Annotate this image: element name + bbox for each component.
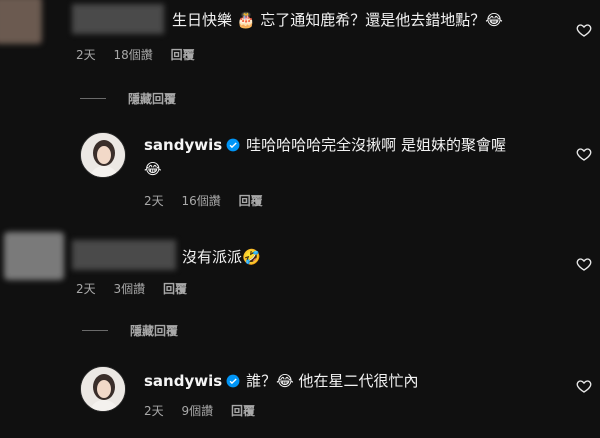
verified-badge-icon bbox=[226, 138, 240, 152]
reply-meta: 2天 9個讚 回覆 bbox=[144, 402, 269, 419]
reply-text-line1: sandywis 哇哈哈哈哈完全沒揪啊 是姐妹的聚會喔 bbox=[144, 134, 506, 156]
comment-time: 2天 bbox=[76, 282, 96, 296]
reply-time: 2天 bbox=[144, 404, 164, 418]
avatar[interactable] bbox=[80, 366, 126, 412]
heart-outline-icon[interactable] bbox=[576, 256, 592, 272]
blurred-avatar bbox=[4, 232, 64, 280]
hide-replies-button[interactable]: 隱藏回覆 bbox=[80, 90, 176, 107]
heart-outline-icon[interactable] bbox=[576, 22, 592, 38]
reply-likes[interactable]: 16個讚 bbox=[181, 194, 220, 208]
comment-likes[interactable]: 3個讚 bbox=[113, 282, 145, 296]
avatar[interactable] bbox=[80, 132, 126, 178]
reply-text: 哇哈哈哈哈完全沒揪啊 是姐妹的聚會喔 bbox=[246, 136, 506, 154]
verified-badge-icon bbox=[226, 374, 240, 388]
reply-meta: 2天 16個讚 回覆 bbox=[144, 192, 277, 209]
reply-button[interactable]: 回覆 bbox=[231, 404, 255, 418]
avatar-portrait bbox=[81, 367, 125, 411]
blurred-avatar bbox=[0, 0, 42, 44]
reply-time: 2天 bbox=[144, 194, 164, 208]
comment-text: 生日快樂 🎂 忘了通知鹿希？還是他去錯地點？😂 bbox=[172, 11, 503, 29]
heart-outline-icon[interactable] bbox=[576, 378, 592, 394]
reply-button[interactable]: 回覆 bbox=[239, 194, 263, 208]
comment-text: 沒有派派🤣 bbox=[182, 248, 261, 266]
hide-replies-label[interactable]: 隱藏回覆 bbox=[128, 90, 176, 107]
reply-text: 誰？😂 他在星二代很忙內 bbox=[246, 372, 419, 390]
blurred-username bbox=[72, 240, 176, 270]
reply-button[interactable]: 回覆 bbox=[163, 282, 187, 296]
comment-meta: 2天 18個讚 回覆 bbox=[76, 46, 209, 63]
reply-text-line1: sandywis 誰？😂 他在星二代很忙內 bbox=[144, 370, 418, 392]
heart-outline-icon[interactable] bbox=[576, 146, 592, 162]
reply-likes[interactable]: 9個讚 bbox=[181, 404, 213, 418]
blurred-username bbox=[72, 4, 164, 34]
comment-likes[interactable]: 18個讚 bbox=[113, 48, 152, 62]
hide-replies-button[interactable]: 隱藏回覆 bbox=[82, 322, 178, 339]
divider-line bbox=[82, 330, 108, 331]
username[interactable]: sandywis bbox=[144, 136, 222, 154]
comment-meta: 2天 3個讚 回覆 bbox=[76, 280, 201, 297]
username[interactable]: sandywis bbox=[144, 372, 222, 390]
reply-text-line2: 😂 bbox=[144, 160, 162, 178]
reply-button[interactable]: 回覆 bbox=[171, 48, 195, 62]
comment-time: 2天 bbox=[76, 48, 96, 62]
hide-replies-label[interactable]: 隱藏回覆 bbox=[130, 322, 178, 339]
divider-line bbox=[80, 98, 106, 99]
avatar-portrait bbox=[81, 133, 125, 177]
